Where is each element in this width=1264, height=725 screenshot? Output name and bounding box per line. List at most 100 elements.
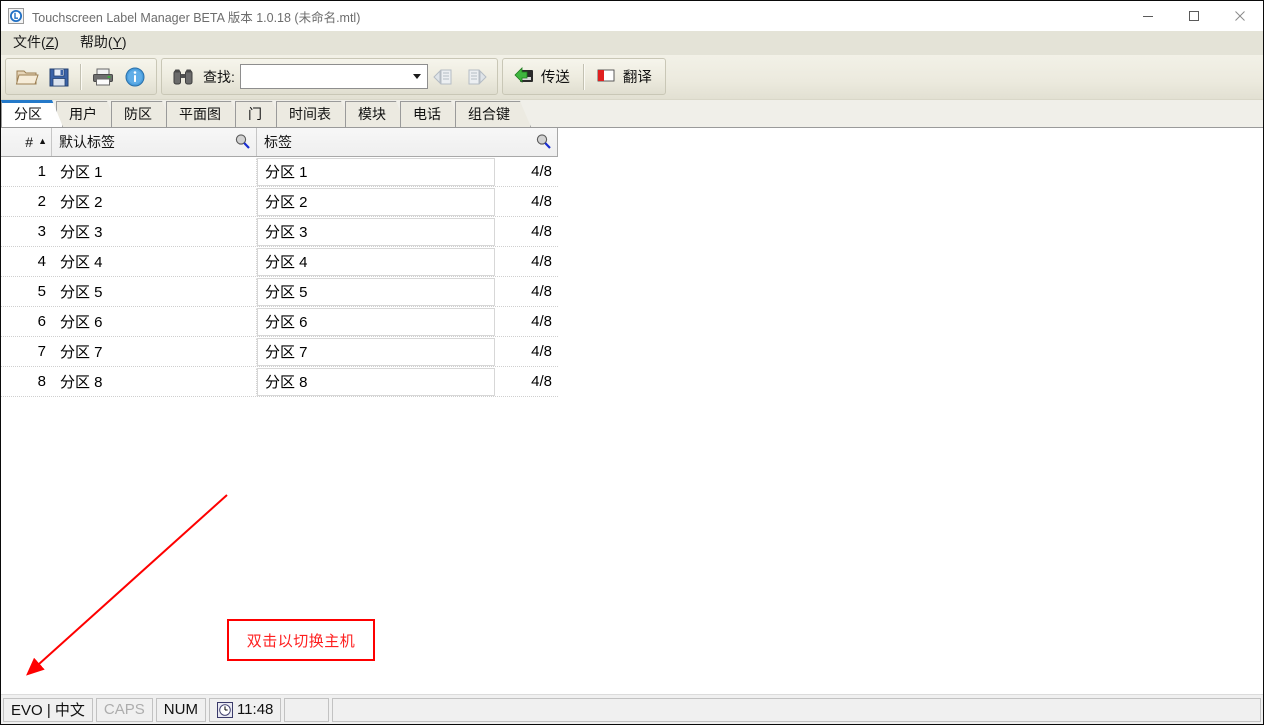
tab-modules[interactable]: 模块 bbox=[345, 101, 407, 127]
table-body: 1 分区 1 分区 1 4/8 2 分区 2 分区 2 4/8 3 分区 3 分… bbox=[1, 157, 558, 397]
annotation-callout: 双击以切换主机 bbox=[227, 619, 375, 661]
toolbar-file-group bbox=[5, 58, 157, 95]
table-row[interactable]: 1 分区 1 分区 1 4/8 bbox=[1, 157, 558, 187]
row-default-label[interactable]: 分区 1 bbox=[52, 157, 257, 186]
status-clock-label: 11:48 bbox=[236, 701, 274, 718]
translate-button[interactable]: 翻译 bbox=[590, 61, 660, 92]
search-magnifier-icon[interactable] bbox=[234, 133, 251, 153]
column-header-default-label[interactable]: 默认标签 bbox=[52, 128, 257, 156]
status-num-label: NUM bbox=[163, 701, 198, 718]
row-label[interactable]: 分区 3 bbox=[257, 217, 495, 246]
toolbar-actions-group: 传送 翻译 bbox=[501, 58, 666, 95]
row-label[interactable]: 分区 2 bbox=[257, 187, 495, 216]
table-row[interactable]: 3 分区 3 分区 3 4/8 bbox=[1, 217, 558, 247]
table-row[interactable]: 8 分区 8 分区 8 4/8 bbox=[1, 367, 558, 397]
row-index: 5 bbox=[37, 283, 46, 300]
find-previous-icon[interactable] bbox=[428, 61, 460, 92]
column-header-default-label-text: 默认标签 bbox=[59, 134, 115, 150]
column-header-index-label: # bbox=[25, 134, 34, 150]
toolbar: 查找: 传送 翻译 bbox=[1, 55, 1263, 100]
row-default-label[interactable]: 分区 3 bbox=[52, 217, 257, 246]
table-row[interactable]: 7 分区 7 分区 7 4/8 bbox=[1, 337, 558, 367]
row-label[interactable]: 分区 5 bbox=[257, 277, 495, 306]
row-ratio: 4/8 bbox=[531, 373, 552, 390]
status-panel-caps: CAPS bbox=[95, 697, 153, 722]
row-default-label[interactable]: 分区 2 bbox=[52, 187, 257, 216]
status-panel-num: NUM bbox=[155, 697, 206, 722]
tab-zones[interactable]: 防区 bbox=[111, 101, 173, 127]
toolbar-separator-1 bbox=[80, 63, 82, 90]
tab-label: 门 bbox=[248, 105, 262, 122]
printer-icon[interactable] bbox=[87, 61, 119, 92]
table-row[interactable]: 6 分区 6 分区 6 4/8 bbox=[1, 307, 558, 337]
find-combo[interactable] bbox=[239, 64, 428, 89]
row-label[interactable]: 分区 1 bbox=[257, 157, 495, 186]
tab-keycombos[interactable]: 组合键 bbox=[455, 101, 531, 127]
window-controls bbox=[1125, 1, 1263, 31]
table-row[interactable]: 5 分区 5 分区 5 4/8 bbox=[1, 277, 558, 307]
status-panel-message bbox=[332, 697, 1261, 722]
row-index: 8 bbox=[37, 373, 46, 390]
chevron-down-icon[interactable] bbox=[412, 74, 421, 79]
row-label[interactable]: 分区 6 bbox=[257, 307, 495, 336]
find-label: 查找: bbox=[203, 68, 235, 85]
window-title: Touchscreen Label Manager BETA 版本 1.0.18… bbox=[32, 10, 361, 25]
tab-users[interactable]: 用户 bbox=[56, 101, 118, 127]
row-ratio: 4/8 bbox=[531, 193, 552, 210]
tab-label: 电话 bbox=[413, 105, 441, 122]
tab-doors[interactable]: 门 bbox=[235, 101, 283, 127]
clock-icon bbox=[216, 701, 233, 718]
column-header-label[interactable]: 标签 bbox=[257, 128, 557, 156]
status-panel-extra bbox=[284, 697, 330, 722]
row-ratio: 4/8 bbox=[531, 313, 552, 330]
row-default-label[interactable]: 分区 5 bbox=[52, 277, 257, 306]
menu-bar: 文件(Z) 帮助(Y) bbox=[1, 31, 1263, 55]
maximize-icon[interactable] bbox=[1171, 1, 1217, 31]
table-row[interactable]: 2 分区 2 分区 2 4/8 bbox=[1, 187, 558, 217]
table-header-row: # ▲ 默认标签 标签 bbox=[1, 128, 558, 157]
toolbar-find-group: 查找: bbox=[161, 58, 498, 95]
row-label[interactable]: 分区 7 bbox=[257, 337, 495, 366]
table-row[interactable]: 4 分区 4 分区 4 4/8 bbox=[1, 247, 558, 277]
minimize-icon[interactable] bbox=[1125, 1, 1171, 31]
search-input[interactable] bbox=[240, 65, 406, 88]
tab-partitions[interactable]: 分区 bbox=[1, 100, 63, 127]
row-ratio: 4/8 bbox=[531, 283, 552, 300]
row-default-label[interactable]: 分区 8 bbox=[52, 367, 257, 396]
menu-file-accel: Z bbox=[45, 34, 55, 50]
status-bar: EVO | 中文 CAPS NUM 11:48 bbox=[1, 694, 1263, 724]
labels-table: # ▲ 默认标签 标签 1 分区 1 分区 1 4/8 2 分区 2 分区 2 … bbox=[1, 128, 558, 397]
column-header-index[interactable]: # ▲ bbox=[1, 128, 52, 156]
menu-file-label: 文件 bbox=[13, 34, 41, 50]
transfer-button[interactable]: 传送 bbox=[508, 61, 578, 92]
row-index: 6 bbox=[37, 313, 46, 330]
open-folder-icon[interactable] bbox=[11, 61, 43, 92]
transfer-label: 传送 bbox=[540, 70, 570, 86]
binoculars-icon[interactable] bbox=[167, 61, 199, 92]
status-panel-mode[interactable]: EVO | 中文 bbox=[3, 697, 93, 722]
menu-file[interactable]: 文件(Z) bbox=[9, 31, 68, 54]
row-index: 1 bbox=[37, 163, 46, 180]
translate-flag-icon bbox=[594, 64, 618, 89]
row-default-label[interactable]: 分区 4 bbox=[52, 247, 257, 276]
menu-help-label: 帮助 bbox=[79, 34, 108, 50]
tab-phones[interactable]: 电话 bbox=[400, 101, 462, 127]
menu-help-accel: Y bbox=[112, 34, 122, 50]
application-window: Touchscreen Label Manager BETA 版本 1.0.18… bbox=[0, 0, 1264, 725]
menu-help[interactable]: 帮助(Y) bbox=[76, 31, 136, 54]
tab-floorplan[interactable]: 平面图 bbox=[166, 101, 242, 127]
row-default-label[interactable]: 分区 7 bbox=[52, 337, 257, 366]
find-next-icon[interactable] bbox=[460, 61, 492, 92]
row-ratio: 4/8 bbox=[531, 253, 552, 270]
row-ratio: 4/8 bbox=[531, 163, 552, 180]
row-index: 2 bbox=[37, 193, 46, 210]
search-magnifier-icon[interactable] bbox=[535, 133, 552, 153]
row-label[interactable]: 分区 8 bbox=[257, 367, 495, 396]
row-default-label[interactable]: 分区 6 bbox=[52, 307, 257, 336]
close-icon[interactable] bbox=[1217, 1, 1263, 31]
row-label[interactable]: 分区 4 bbox=[257, 247, 495, 276]
tab-schedules[interactable]: 时间表 bbox=[276, 101, 352, 127]
tab-label: 用户 bbox=[69, 105, 97, 122]
save-disk-icon[interactable] bbox=[43, 61, 75, 92]
info-icon[interactable] bbox=[119, 61, 151, 92]
